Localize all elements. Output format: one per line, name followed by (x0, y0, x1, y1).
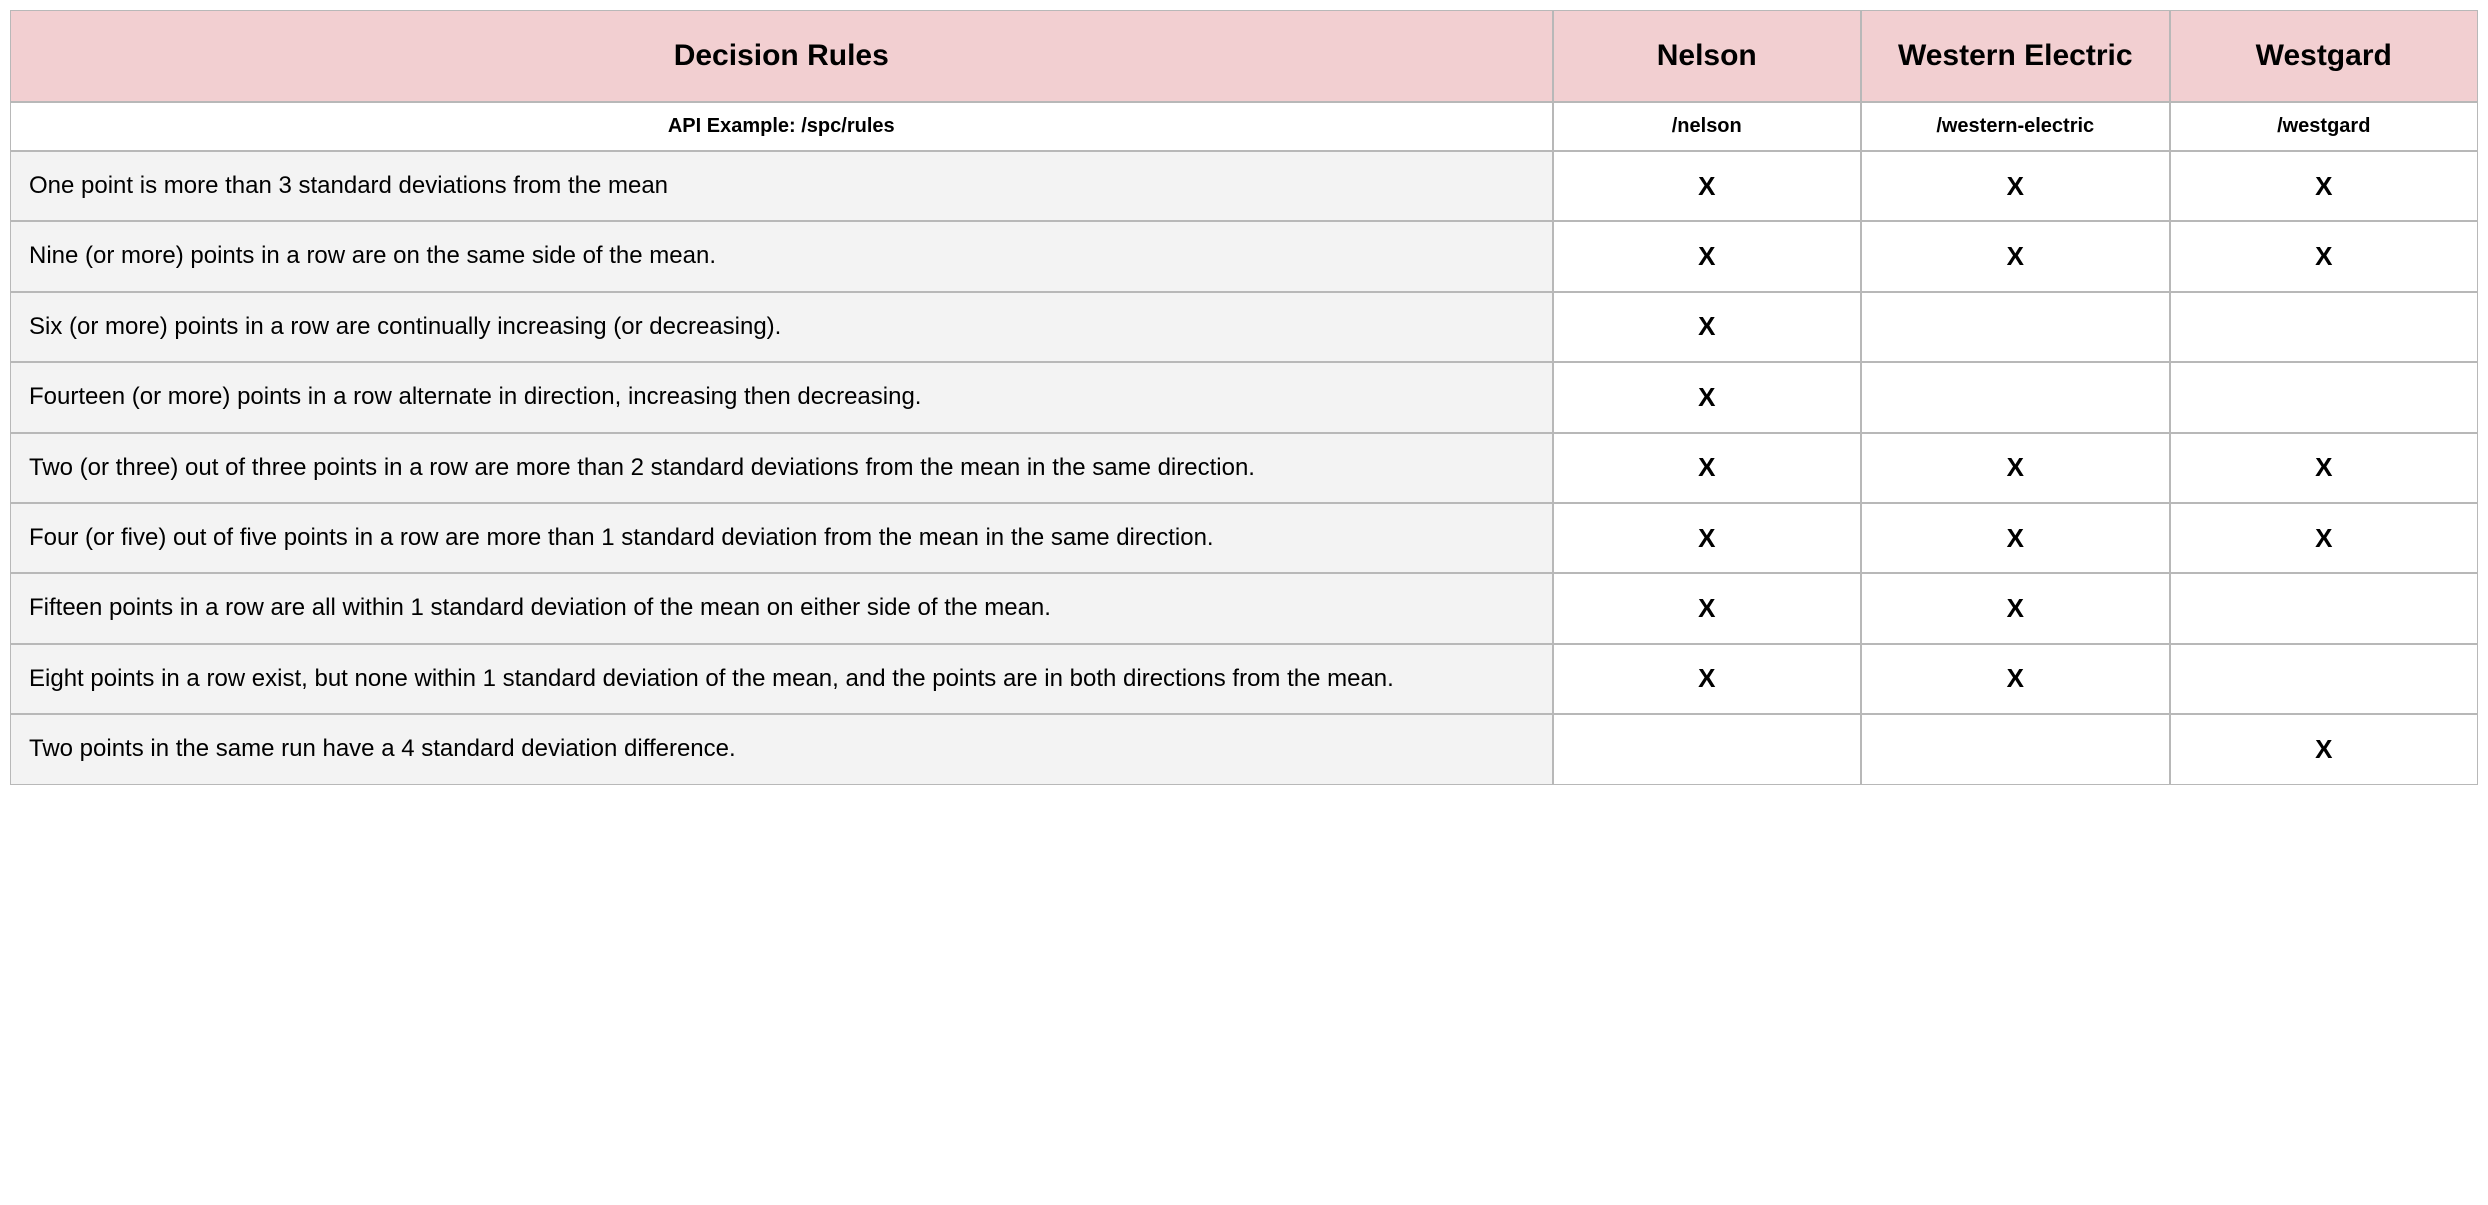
api-example-label: API Example: /spc/rules (10, 102, 1553, 151)
header-row: Decision Rules Nelson Western Electric W… (10, 10, 2478, 102)
header-decision-rules: Decision Rules (10, 10, 1553, 102)
rule-description: Eight points in a row exist, but none wi… (10, 644, 1553, 714)
rule-description: Two points in the same run have a 4 stan… (10, 714, 1553, 784)
api-path-western-electric: /western-electric (1861, 102, 2170, 151)
mark-western: X (1861, 433, 2170, 503)
rule-description: Four (or five) out of five points in a r… (10, 503, 1553, 573)
mark-western: X (1861, 644, 2170, 714)
mark-western: X (1861, 221, 2170, 291)
mark-westgard (2170, 644, 2479, 714)
mark-western (1861, 292, 2170, 362)
header-nelson: Nelson (1553, 10, 1862, 102)
mark-westgard: X (2170, 503, 2479, 573)
table-row: Fifteen points in a row are all within 1… (10, 573, 2478, 643)
table-row: Nine (or more) points in a row are on th… (10, 221, 2478, 291)
api-path-westgard: /westgard (2170, 102, 2479, 151)
table-row: Four (or five) out of five points in a r… (10, 503, 2478, 573)
mark-westgard (2170, 362, 2479, 432)
mark-nelson (1553, 714, 1862, 784)
mark-westgard: X (2170, 714, 2479, 784)
mark-nelson: X (1553, 573, 1862, 643)
header-western-electric: Western Electric (1861, 10, 2170, 102)
header-westgard: Westgard (2170, 10, 2479, 102)
mark-westgard: X (2170, 433, 2479, 503)
mark-western: X (1861, 573, 2170, 643)
mark-nelson: X (1553, 644, 1862, 714)
table-row: Fourteen (or more) points in a row alter… (10, 362, 2478, 432)
mark-western: X (1861, 503, 2170, 573)
rule-description: Fourteen (or more) points in a row alter… (10, 362, 1553, 432)
mark-nelson: X (1553, 292, 1862, 362)
mark-western: X (1861, 151, 2170, 221)
table-row: Eight points in a row exist, but none wi… (10, 644, 2478, 714)
mark-nelson: X (1553, 503, 1862, 573)
rule-description: Two (or three) out of three points in a … (10, 433, 1553, 503)
rule-description: Fifteen points in a row are all within 1… (10, 573, 1553, 643)
rule-description: Nine (or more) points in a row are on th… (10, 221, 1553, 291)
mark-westgard: X (2170, 151, 2479, 221)
table-row: Two points in the same run have a 4 stan… (10, 714, 2478, 784)
api-path-nelson: /nelson (1553, 102, 1862, 151)
mark-westgard (2170, 573, 2479, 643)
mark-western (1861, 714, 2170, 784)
mark-nelson: X (1553, 151, 1862, 221)
api-row: API Example: /spc/rules /nelson /western… (10, 102, 2478, 151)
mark-westgard (2170, 292, 2479, 362)
mark-westgard: X (2170, 221, 2479, 291)
table-row: Two (or three) out of three points in a … (10, 433, 2478, 503)
mark-nelson: X (1553, 433, 1862, 503)
table-row: Six (or more) points in a row are contin… (10, 292, 2478, 362)
rule-description: Six (or more) points in a row are contin… (10, 292, 1553, 362)
decision-rules-table: Decision Rules Nelson Western Electric W… (10, 10, 2478, 785)
rule-description: One point is more than 3 standard deviat… (10, 151, 1553, 221)
mark-nelson: X (1553, 221, 1862, 291)
table-row: One point is more than 3 standard deviat… (10, 151, 2478, 221)
mark-western (1861, 362, 2170, 432)
mark-nelson: X (1553, 362, 1862, 432)
